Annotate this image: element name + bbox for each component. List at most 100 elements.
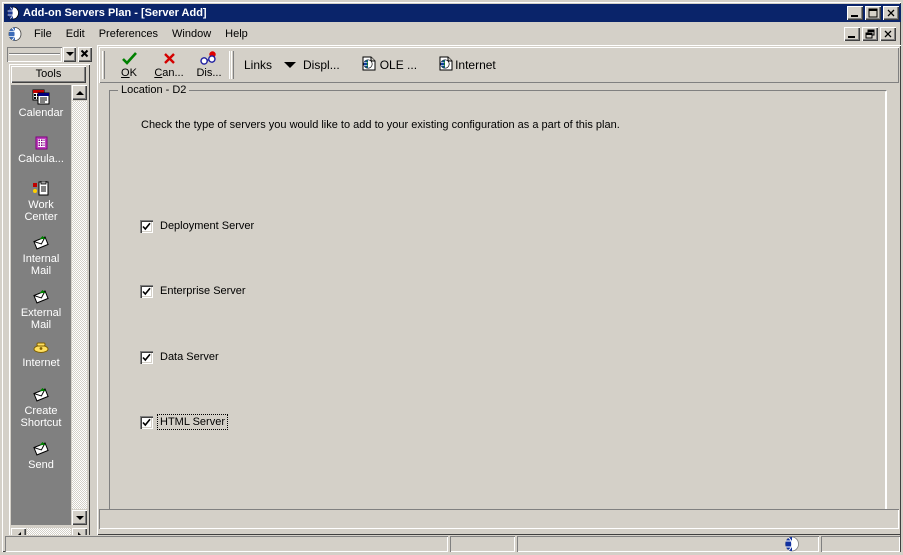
calendar-icon [32, 89, 50, 105]
arrow-down-icon [75, 515, 84, 520]
checkbox-row-html-server[interactable]: HTML Server [140, 414, 228, 430]
green-check-icon [121, 50, 138, 67]
checkbox-row-enterprise-server[interactable]: Enterprise Server [140, 284, 248, 298]
menu-item-preferences[interactable]: Preferences [92, 26, 165, 42]
sidebar-item-internet[interactable]: Internet [11, 333, 71, 371]
sidebar-vertical-scrollbar[interactable] [72, 85, 87, 525]
sidebar-item-create-shortcut[interactable]: Create Shortcut [11, 371, 71, 431]
window-title: Add-on Servers Plan - [Server Add] [23, 7, 207, 19]
cancel-button[interactable]: Can... [149, 48, 189, 82]
internet-button-label: Internet [455, 58, 496, 72]
status-panel-3 [517, 536, 819, 552]
checkbox-data-server[interactable] [140, 350, 153, 364]
display-button[interactable]: Dis... [189, 48, 229, 82]
ok-button-label: OK [121, 67, 137, 79]
globe-icon [783, 536, 801, 552]
tools-panel: Tools Calendar Calcula... Work Center In… [9, 64, 90, 549]
sidebar-item-label: Work Center [24, 199, 58, 223]
checkbox-row-data-server[interactable]: Data Server [140, 350, 221, 364]
toolbar-grip[interactable] [102, 51, 105, 79]
instruction-text: Check the type of servers you would like… [141, 119, 620, 131]
sidebar-item-external-mail[interactable]: External Mail [11, 279, 71, 333]
close-button[interactable] [883, 6, 899, 20]
mail-icon [32, 235, 50, 251]
status-panel-2 [450, 536, 515, 552]
mdi-window-controls [844, 27, 896, 41]
mail-icon [32, 289, 50, 305]
cancel-button-label: Can... [154, 67, 184, 79]
internet-document-icon [439, 56, 453, 74]
menu-item-help[interactable]: Help [218, 26, 255, 42]
internet-button[interactable]: Internet [433, 48, 502, 82]
ole-document-icon [362, 56, 376, 74]
sidebar-item-label: Create Shortcut [20, 405, 62, 429]
mdi-minimize-button[interactable] [844, 27, 860, 41]
chevron-down-glyph [65, 52, 74, 56]
checkbox-label-data-server[interactable]: Data Server [158, 350, 221, 364]
window-controls [847, 6, 899, 20]
status-bar [5, 535, 900, 553]
checkbox-enterprise-server[interactable] [140, 284, 153, 298]
menu-item-window[interactable]: Window [165, 26, 218, 42]
display-button-label: Dis... [196, 67, 222, 79]
sidebar-item-label: Calcula... [18, 153, 64, 165]
tools-header: Tools [11, 66, 86, 83]
mdi-globe-icon[interactable] [7, 26, 23, 42]
sidebar-item-internal-mail[interactable]: Internal Mail [11, 225, 71, 279]
red-x-icon [162, 50, 177, 67]
display-dropdown-label: Displ... [303, 58, 340, 72]
scroll-up-button[interactable] [72, 85, 87, 100]
telephone-icon [32, 339, 50, 355]
menu-item-file[interactable]: File [27, 26, 59, 42]
form-area: OK Can... Dis... Links Displ... OLE ... … [97, 45, 901, 535]
toolbar-separator [231, 51, 234, 79]
form-toolbar: OK Can... Dis... Links Displ... OLE ... … [99, 47, 899, 83]
globe-icon [6, 6, 20, 20]
tools-list[interactable]: Calendar Calcula... Work Center Internal… [11, 85, 71, 525]
scroll-down-button[interactable] [72, 510, 87, 525]
mdi-close-button[interactable] [880, 27, 896, 41]
sidebar: Tools Calendar Calcula... Work Center In… [5, 45, 94, 553]
checkbox-html-server[interactable] [140, 415, 153, 429]
sidebar-item-send[interactable]: Send [11, 431, 71, 473]
sidebar-item-calculator[interactable]: Calcula... [11, 121, 71, 167]
menu-item-edit[interactable]: Edit [59, 26, 92, 42]
calculator-icon [32, 135, 50, 151]
maximize-button[interactable] [865, 6, 881, 20]
ole-button[interactable]: OLE ... [356, 48, 423, 82]
sidebar-dropdown[interactable] [7, 46, 63, 62]
form-bottom-panel [99, 509, 899, 529]
arrow-up-icon [75, 90, 84, 95]
ole-button-label: OLE ... [379, 58, 418, 72]
sidebar-item-label: Send [28, 459, 54, 471]
checkbox-label-enterprise-server[interactable]: Enterprise Server [158, 284, 248, 298]
work-center-icon [32, 180, 50, 197]
sidebar-combo-row [7, 46, 92, 62]
scroll-track[interactable] [72, 101, 87, 509]
sidebar-item-work-center[interactable]: Work Center [11, 167, 71, 225]
links-button[interactable]: Links [238, 48, 278, 82]
sidebar-item-label: External Mail [20, 307, 62, 331]
status-panel-1 [5, 536, 448, 552]
checkbox-label-html-server[interactable]: HTML Server [157, 414, 228, 430]
sidebar-close-button[interactable] [78, 46, 92, 62]
sidebar-item-label: Internal Mail [22, 253, 60, 277]
chevron-down-icon[interactable] [63, 46, 77, 62]
minimize-button[interactable] [847, 6, 863, 20]
display-dropdown-button[interactable]: Displ... [278, 48, 346, 82]
ok-button[interactable]: OK [109, 48, 149, 82]
mdi-restore-button[interactable] [862, 27, 878, 41]
checkbox-row-deployment-server[interactable]: Deployment Server [140, 219, 256, 233]
send-icon [32, 441, 50, 457]
groupbox-inner-border [110, 91, 886, 522]
sidebar-item-label: Calendar [18, 107, 64, 119]
sidebar-dropdown-value [9, 52, 61, 55]
groupbox-legend: Location - D2 [118, 84, 190, 96]
chevron-down-icon [284, 62, 297, 68]
checkbox-label-deployment-server[interactable]: Deployment Server [158, 219, 256, 233]
application-window: Add-on Servers Plan - [Server Add] File … [0, 0, 903, 554]
sidebar-item-calendar[interactable]: Calendar [11, 85, 71, 121]
links-button-label: Links [244, 58, 273, 72]
checkbox-deployment-server[interactable] [140, 219, 153, 233]
form-bottom-bar [99, 509, 899, 531]
